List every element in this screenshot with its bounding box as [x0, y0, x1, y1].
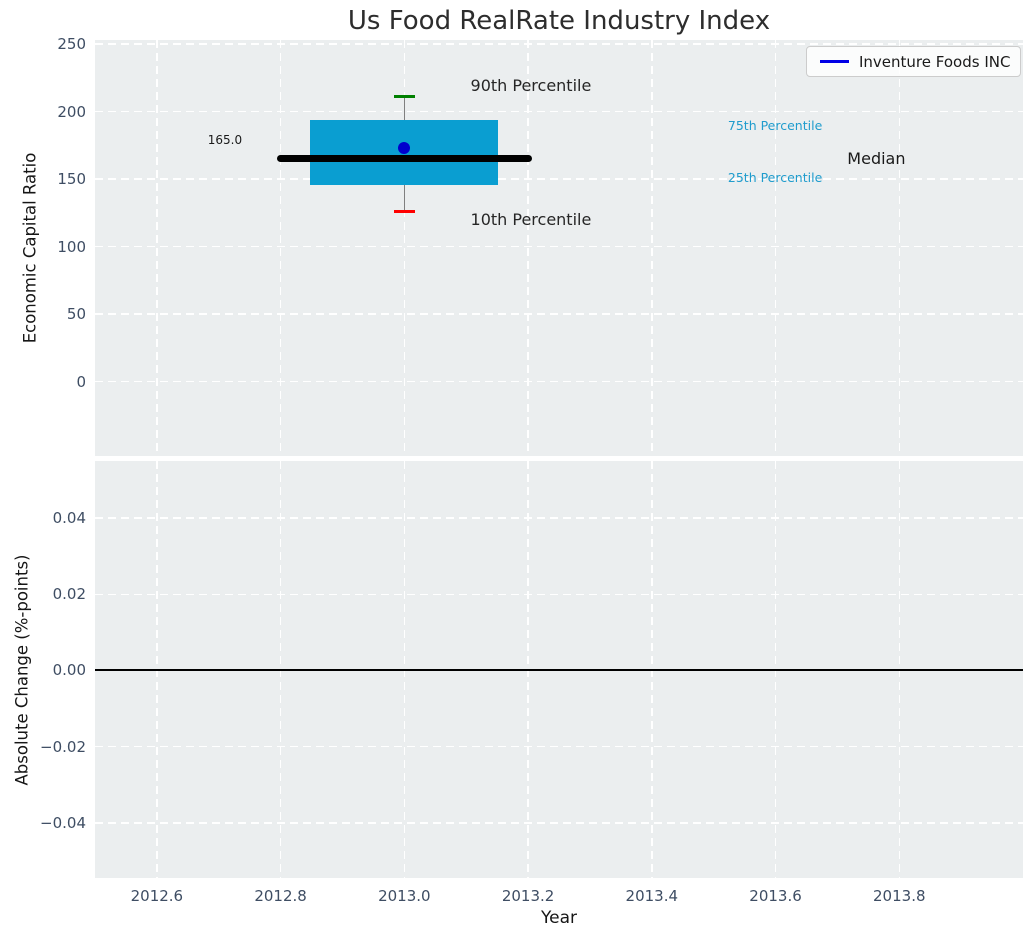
x-tick-label: 2013.0 [378, 887, 431, 905]
y-tick-label: 0.04 [52, 509, 86, 528]
y-tick-label: 200 [57, 102, 86, 121]
top-axes [95, 40, 1023, 456]
gridline [279, 40, 282, 456]
gridline [774, 40, 777, 456]
gridline [527, 40, 529, 456]
y-tick-label: 0 [76, 372, 86, 391]
y-tick-label: 150 [57, 170, 86, 189]
annotation-10th-percentile: 10th Percentile [470, 209, 592, 229]
annotation-75th-percentile: 75th Percentile [727, 118, 823, 134]
gridline [651, 40, 653, 456]
gridline [95, 245, 1023, 248]
median-line [276, 155, 532, 163]
x-tick-label: 2013.8 [873, 887, 926, 905]
cap-90th [394, 94, 415, 99]
annotation-90th-percentile: 90th Percentile [470, 75, 592, 95]
y-tick-label: 0.02 [52, 585, 86, 604]
y-tick-label: 0.00 [52, 661, 86, 680]
x-axis-label: Year [541, 908, 577, 928]
gridline [95, 313, 1023, 315]
x-tick-label: 2013.6 [749, 887, 802, 905]
legend: Inventure Foods INC [806, 46, 1021, 77]
zero-line [95, 669, 1023, 672]
gridline [95, 380, 1023, 383]
gridline [95, 110, 1023, 113]
x-tick-label: 2013.4 [625, 887, 679, 905]
y-tick-label: 100 [57, 237, 86, 256]
bottom-axes [95, 461, 1023, 878]
annotation-25th-percentile: 25th Percentile [727, 169, 823, 185]
gridline [95, 593, 1023, 596]
y-tick-label: −0.04 [40, 813, 86, 832]
gridline [95, 517, 1023, 519]
gridline [95, 745, 1023, 748]
x-tick-label: 2013.2 [501, 887, 555, 905]
gridline [898, 40, 901, 456]
annotation-median: Median [847, 148, 906, 168]
legend-label: Inventure Foods INC [859, 52, 1011, 71]
y-axis-label-top: Economic Capital Ratio [20, 152, 40, 344]
gridline [95, 178, 1023, 180]
annotation-165-0: 165.0 [207, 132, 243, 147]
y-tick-label: 250 [57, 35, 86, 54]
cap-10th [394, 209, 415, 214]
x-tick-label: 2012.8 [254, 887, 307, 905]
x-tick-label: 2012.6 [130, 887, 184, 905]
chart-title: Us Food RealRate Industry Index [347, 6, 771, 36]
y-axis-label-bottom: Absolute Change (%-points) [12, 554, 32, 786]
gridline [95, 43, 1023, 45]
y-tick-label: 50 [66, 305, 86, 324]
gridline [156, 40, 158, 456]
figure: Us Food RealRate Industry Index Economic… [0, 0, 1034, 942]
gridline [95, 822, 1023, 824]
y-tick-label: −0.02 [40, 737, 86, 756]
legend-line-sample-icon [820, 60, 849, 63]
